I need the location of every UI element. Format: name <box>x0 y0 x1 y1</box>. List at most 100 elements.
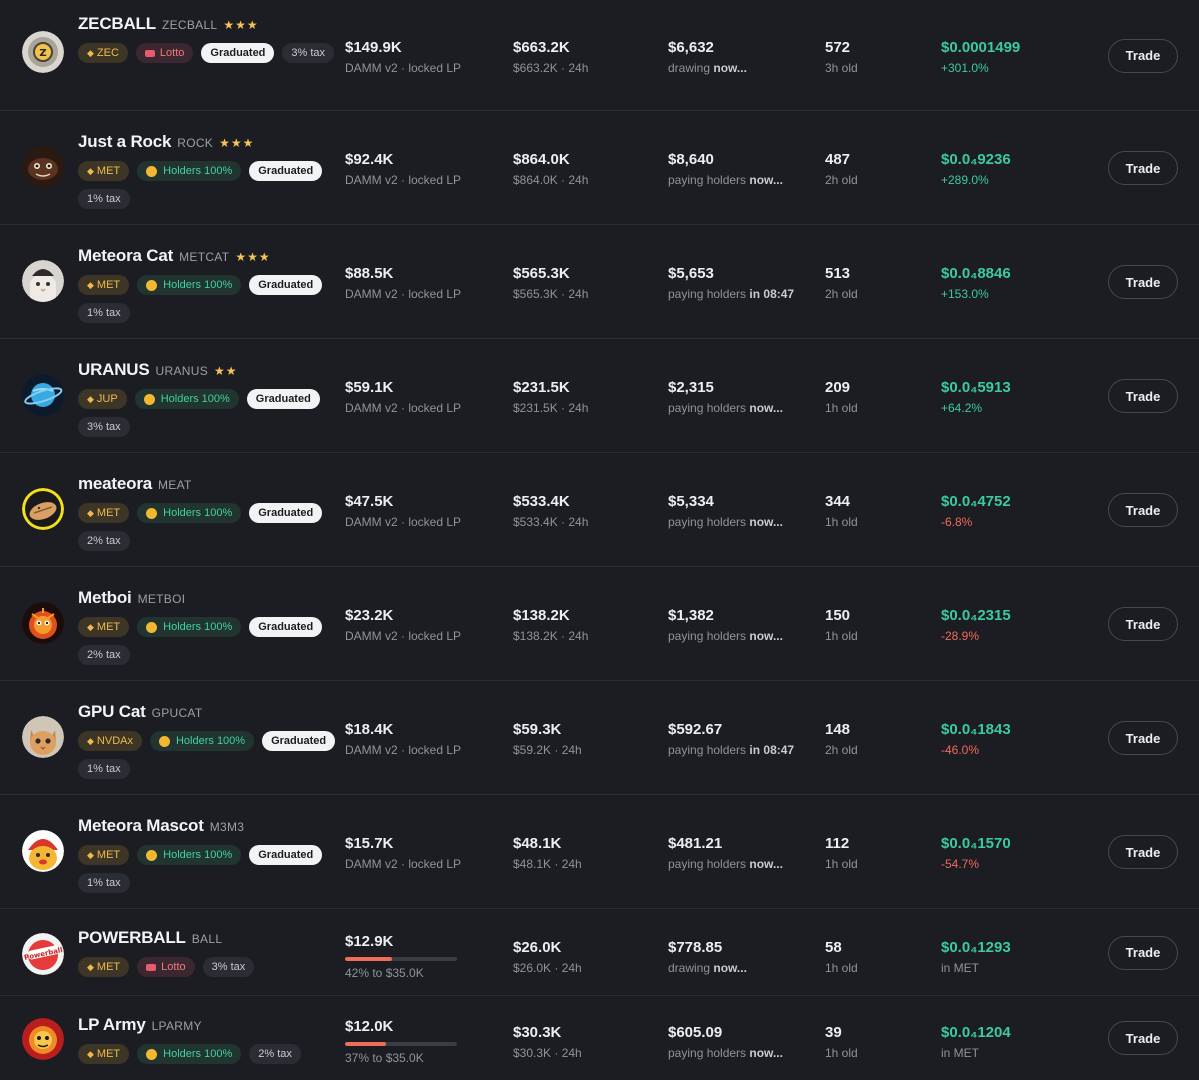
volume-value: $59.3K <box>513 721 562 738</box>
trade-button[interactable]: Trade <box>1108 38 1178 73</box>
badge-label: Holders 100% <box>163 507 233 519</box>
holder-count: 58 <box>825 938 842 956</box>
volume-sub: $59.2K · 24h <box>513 743 582 757</box>
token-badges: ◆ MET Holders 100% Graduated 1% tax <box>78 275 338 323</box>
volume-cell: $565.3K $565.3K · 24h <box>513 265 588 301</box>
market-cap-cell: $18.4K DAMM v2 · locked LP <box>345 721 461 757</box>
volume-cell: $138.2K $138.2K · 24h <box>513 607 588 643</box>
token-avatar <box>22 1018 64 1060</box>
token-name[interactable]: Meteora Mascot <box>78 816 204 835</box>
diamond-icon: ◆ <box>87 622 94 632</box>
badge-label: 2% tax <box>258 1048 292 1060</box>
trade-button[interactable]: Trade <box>1108 493 1178 527</box>
tax-badge: 2% tax <box>78 645 130 665</box>
badge-label: NVDAx <box>96 735 133 747</box>
token-badges: ◆ NVDAx Holders 100% Graduated 1% tax <box>78 731 338 779</box>
token-avatar <box>22 374 64 416</box>
token-row[interactable]: Meteora Mascot M3M3 ◆ MET Holders 100% Gradua… <box>0 795 1199 909</box>
token-name[interactable]: meateora <box>78 474 152 493</box>
star-rating: ★★★ <box>235 250 271 264</box>
token-name-line: Meteora Mascot M3M3 <box>78 816 244 836</box>
token-name[interactable]: LP Army <box>78 1015 146 1034</box>
volume-value: $565.3K <box>513 265 570 282</box>
trade-button[interactable]: Trade <box>1108 265 1178 299</box>
price-change: -54.7% <box>941 857 980 871</box>
volume-sub: $864.0K · 24h <box>513 173 589 187</box>
token-name[interactable]: Meteora Cat <box>78 246 173 265</box>
reward-status-time: now... <box>749 857 783 871</box>
token-row[interactable]: Meteora Cat METCAT ★★★ ◆ MET Holders 100% Grad… <box>0 225 1199 339</box>
token-row[interactable]: Powerball POWERBALL BALL ◆ MET Lotto 3% tax $12… <box>0 909 1199 996</box>
base-badge: ◆ MET <box>78 617 130 637</box>
volume-cell: $864.0K $864.0K · 24h <box>513 151 588 187</box>
badge-label: MET <box>96 165 121 177</box>
reward-cell: $5,334 paying holders now... <box>668 493 783 529</box>
token-row[interactable]: meateora MEAT ◆ MET Holders 100% Graduated 2% … <box>0 453 1199 567</box>
price-change: in MET <box>941 1046 980 1060</box>
badge-label: MET <box>96 849 121 861</box>
coin-icon <box>146 1048 158 1060</box>
bonding-progress-bar <box>345 1042 457 1046</box>
token-avatar <box>22 830 64 872</box>
holders-cell: 148 2h old <box>825 721 858 757</box>
diamond-icon: ◆ <box>87 280 94 290</box>
token-age: 1h old <box>825 857 858 871</box>
badge-label: 1% tax <box>87 877 121 889</box>
token-row[interactable]: GPU Cat GPUCAT ◆ NVDAx Holders 100% Graduated… <box>0 681 1199 795</box>
token-age: 1h old <box>825 515 858 529</box>
star-rating: ★★ <box>214 364 238 378</box>
token-row[interactable]: Z ZECBALL ZECBALL ★★★ ◆ ZEC Lotto Graduated 3% t… <box>0 0 1199 111</box>
market-cap-cell: $59.1K DAMM v2 · locked LP <box>345 379 461 415</box>
reward-status-label: paying holders <box>668 401 750 415</box>
reward-cell: $605.09 paying holders now... <box>668 1024 783 1060</box>
diamond-icon: ◆ <box>87 1049 94 1059</box>
token-row[interactable]: URANUS URANUS ★★ ◆ JUP Holders 100% Graduated 3… <box>0 339 1199 453</box>
badge-label: Holders 100% <box>163 621 233 633</box>
trade-button[interactable]: Trade <box>1108 1021 1178 1055</box>
trade-button[interactable]: Trade <box>1108 835 1178 869</box>
reward-cell: $8,640 paying holders now... <box>668 151 783 187</box>
volume-cell: $30.3K $30.3K · 24h <box>513 1024 582 1060</box>
hold-badge: Holders 100% <box>137 161 242 181</box>
token-avatar <box>22 260 64 302</box>
reward-status-label: paying holders <box>668 173 750 187</box>
market-cap-value: $12.9K <box>345 932 394 950</box>
token-badges: ◆ MET Holders 100% 2% tax <box>78 1044 338 1064</box>
market-cap-sub: DAMM v2 · locked LP <box>345 401 462 415</box>
token-name[interactable]: GPU Cat <box>78 702 146 721</box>
reward-status-time: in 08:47 <box>749 743 795 757</box>
token-row[interactable]: LP Army LPARMY ◆ MET Holders 100% 2% tax $12.0… <box>0 996 1199 1080</box>
diamond-icon: ◆ <box>87 962 94 972</box>
trade-button[interactable]: Trade <box>1108 607 1178 641</box>
token-name-line: ZECBALL ZECBALL ★★★ <box>78 14 259 34</box>
token-name[interactable]: ZECBALL <box>78 14 156 33</box>
token-name-line: POWERBALL BALL <box>78 928 222 948</box>
grad-badge: Graduated <box>249 617 323 637</box>
token-name[interactable]: Metboi <box>78 588 132 607</box>
badge-label: Holders 100% <box>163 849 233 861</box>
token-name[interactable]: Just a Rock <box>78 132 171 151</box>
trade-button[interactable]: Trade <box>1108 151 1178 185</box>
holders-cell: 112 1h old <box>825 835 858 871</box>
reward-cell: $1,382 paying holders now... <box>668 607 783 643</box>
market-cap-sub: DAMM v2 · locked LP <box>345 60 462 75</box>
trade-button[interactable]: Trade <box>1108 379 1178 413</box>
trade-button[interactable]: Trade <box>1108 721 1178 755</box>
token-row[interactable]: Metboi METBOI ◆ MET Holders 100% Graduated 2% … <box>0 567 1199 681</box>
coin-icon <box>143 393 155 405</box>
token-name[interactable]: URANUS <box>78 360 150 379</box>
token-age: 2h old <box>825 287 858 301</box>
trade-button[interactable]: Trade <box>1108 935 1178 970</box>
token-name-line: URANUS URANUS ★★ <box>78 360 238 380</box>
market-cap-sub: DAMM v2 · locked LP <box>345 287 462 301</box>
reward-cell: $481.21 paying holders now... <box>668 835 783 871</box>
holders-cell: 487 2h old <box>825 151 858 187</box>
token-row[interactable]: Just a Rock ROCK ★★★ ◆ MET Holders 100% Gradua… <box>0 111 1199 225</box>
token-name[interactable]: POWERBALL <box>78 928 186 947</box>
price-change: +153.0% <box>941 287 989 301</box>
market-cap-sub: 37% to $35.0K <box>345 1051 424 1065</box>
token-avatar <box>22 146 64 188</box>
price-change: -46.0% <box>941 743 980 757</box>
holders-cell: 209 1h old <box>825 379 858 415</box>
holder-count: 513 <box>825 265 851 282</box>
